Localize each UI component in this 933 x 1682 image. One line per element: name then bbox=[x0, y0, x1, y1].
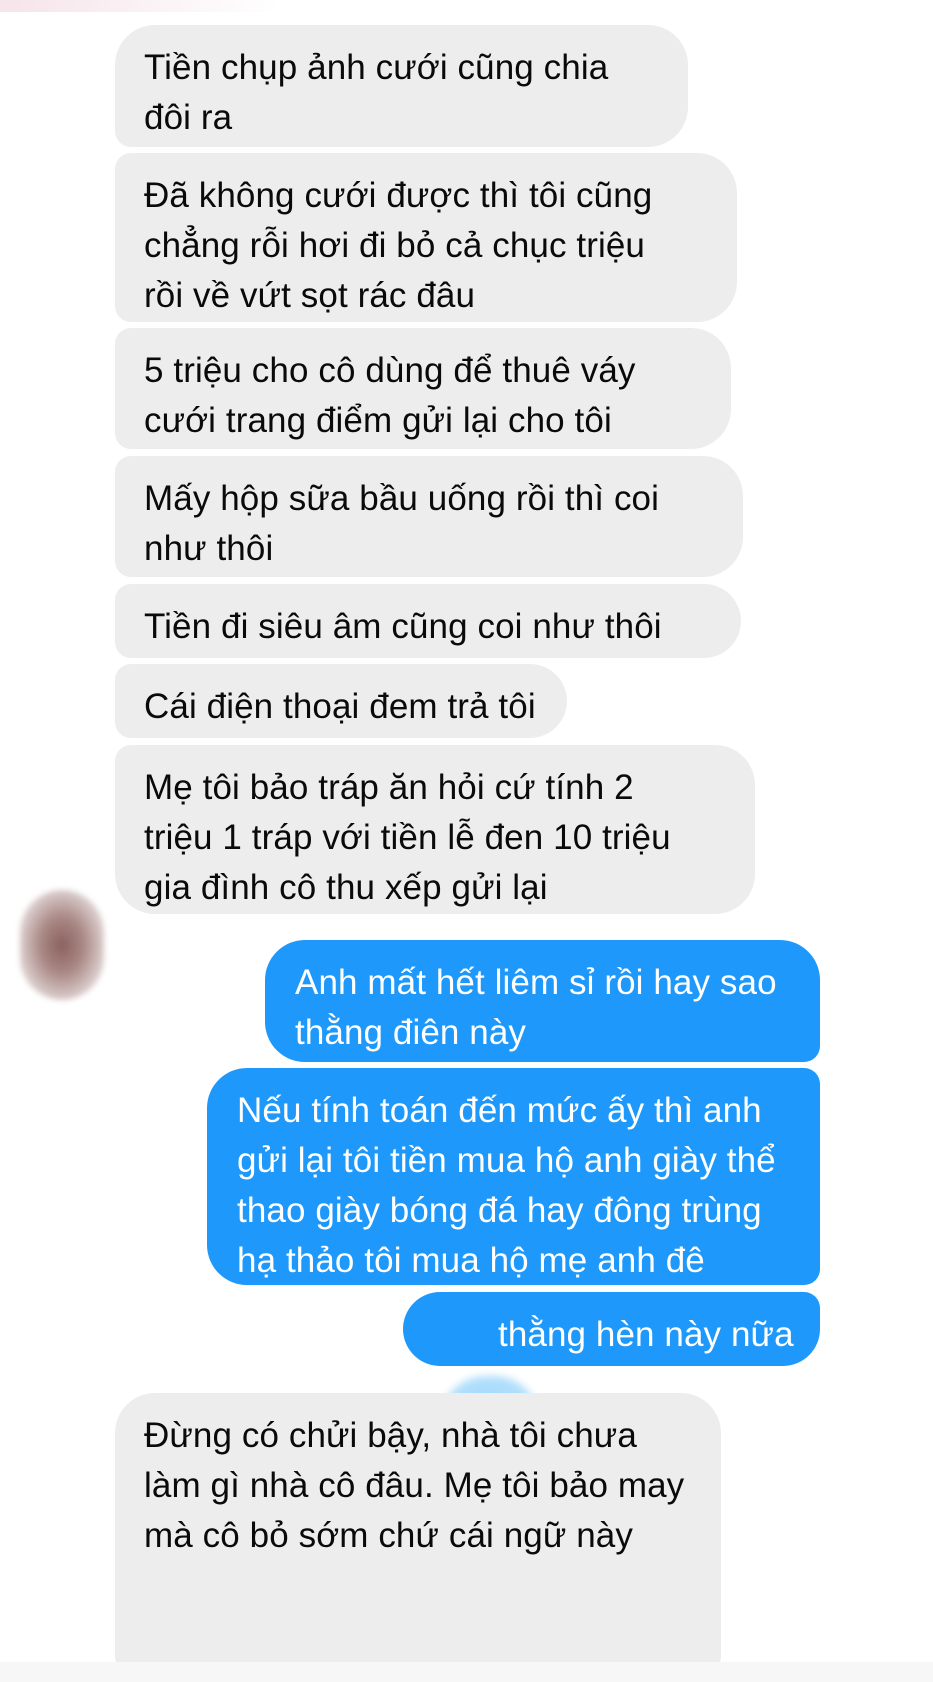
message-bubble-sent[interactable]: Anh mất hết liêm sỉ rồi hay sao thằng đi… bbox=[265, 940, 820, 1062]
message-bubble-received[interactable]: Đừng có chửi bậy, nhà tôi chưa làm gì nh… bbox=[115, 1393, 721, 1673]
message-thread: Tiền chụp ảnh cưới cũng chia đôi ra Đã k… bbox=[0, 0, 933, 1682]
message-bubble-received[interactable]: Cái điện thoại đem trả tôi bbox=[115, 664, 567, 738]
top-edge-artifact bbox=[0, 0, 280, 12]
message-bubble-received[interactable]: Mấy hộp sữa bầu uống rồi thì coi như thô… bbox=[115, 456, 743, 577]
message-bubble-received[interactable]: Tiền chụp ảnh cưới cũng chia đôi ra bbox=[115, 25, 688, 147]
message-bubble-received[interactable]: Tiền đi siêu âm cũng coi như thôi bbox=[115, 584, 741, 658]
message-bubble-sent[interactable]: Nếu tính toán đến mức ấy thì anh gửi lại… bbox=[207, 1068, 820, 1285]
message-bubble-received[interactable]: Đã không cưới được thì tôi cũng chẳng rỗ… bbox=[115, 153, 737, 322]
sender-avatar-blurred[interactable] bbox=[20, 890, 104, 1000]
message-bubble-received[interactable]: Mẹ tôi bảo tráp ăn hỏi cứ tính 2 triệu 1… bbox=[115, 745, 755, 914]
bottom-edge bbox=[0, 1662, 933, 1682]
message-bubble-sent[interactable]: thằng hèn này nữa bbox=[403, 1292, 820, 1366]
message-bubble-received[interactable]: 5 triệu cho cô dùng để thuê váy cưới tra… bbox=[115, 328, 731, 449]
